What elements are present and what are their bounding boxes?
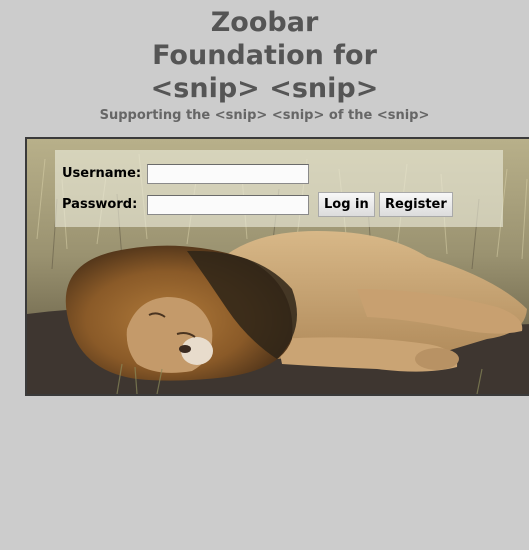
login-button[interactable]: Log in	[318, 192, 375, 217]
password-field[interactable]	[147, 195, 309, 215]
title-line-3: <snip> <snip>	[150, 73, 379, 104]
register-button[interactable]: Register	[379, 192, 453, 217]
login-form: Username: Password: Log in Register	[55, 150, 503, 227]
password-label: Password:	[62, 197, 138, 212]
title-line-1: Zoobar	[210, 7, 319, 38]
page-title: Zoobar Foundation for <snip> <snip>	[0, 6, 529, 105]
username-field[interactable]	[147, 164, 309, 184]
username-label: Username:	[62, 166, 142, 181]
login-banner: Username: Password: Log in Register	[25, 137, 529, 396]
page-subtitle: Supporting the <snip> <snip> of the <sni…	[99, 108, 430, 123]
title-line-2: Foundation for	[152, 40, 377, 71]
zoobar-login-page: Zoobar Foundation for <snip> <snip> Supp…	[0, 0, 529, 550]
